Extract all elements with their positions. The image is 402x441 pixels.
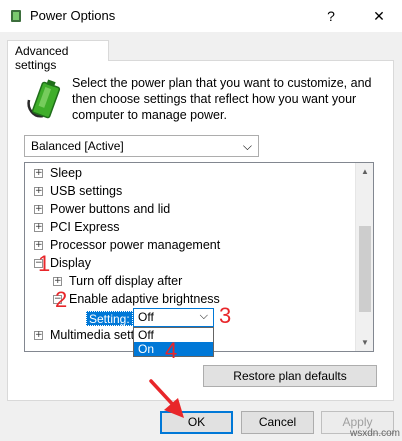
scroll-thumb[interactable]	[359, 226, 371, 312]
power-plan-value: Balanced [Active]	[31, 139, 124, 153]
tree-item-label: USB settings	[50, 184, 123, 198]
expand-icon[interactable]: +	[34, 223, 43, 232]
power-plan-select[interactable]: Balanced [Active] ⌵	[24, 135, 259, 157]
tree-item-label: Processor power management	[50, 238, 221, 252]
expand-icon[interactable]: +	[34, 331, 43, 340]
tab-advanced-settings[interactable]: Advanced settings	[7, 40, 109, 72]
chevron-down-icon: ⌵	[242, 139, 252, 153]
expand-icon[interactable]: +	[34, 187, 43, 196]
close-button[interactable]: ✕	[356, 0, 402, 32]
power-options-icon	[11, 10, 21, 22]
expand-icon[interactable]: +	[34, 241, 43, 250]
step-marker-2: 2	[55, 287, 68, 312]
cancel-button[interactable]: Cancel	[241, 411, 314, 434]
restore-defaults-button[interactable]: Restore plan defaults	[203, 365, 377, 387]
tree-item-label: Power buttons and lid	[50, 202, 171, 216]
expand-icon[interactable]: +	[53, 277, 62, 286]
window-title: Power Options	[30, 8, 116, 23]
setting-select[interactable]: Off ⌵	[133, 308, 214, 327]
plan-description: Select the power plan that you want to c…	[72, 76, 372, 122]
step-marker-1: 1	[38, 251, 51, 276]
step-marker-4: 4	[165, 338, 178, 363]
setting-select-value: Off	[138, 310, 154, 324]
tree-item-label: Display	[50, 256, 91, 270]
setting-label: Setting:	[86, 311, 133, 326]
tree-item-label: Enable adaptive brightness	[69, 292, 220, 306]
battery-icon	[27, 79, 61, 119]
watermark: wsxdn.com	[350, 428, 401, 439]
tree-item-label: Turn off display after	[69, 274, 183, 288]
tree-item-label: PCI Express	[50, 220, 120, 234]
tree-scrollbar[interactable]: ▲ ▼	[355, 163, 373, 351]
scroll-up-icon[interactable]: ▲	[356, 163, 374, 180]
arrow-annotation-icon	[149, 379, 184, 418]
chevron-down-icon: ⌵	[199, 310, 208, 322]
expand-icon[interactable]: +	[34, 169, 43, 178]
scroll-down-icon[interactable]: ▼	[356, 334, 374, 351]
step-marker-3: 3	[219, 303, 232, 328]
help-button[interactable]: ?	[308, 0, 354, 32]
expand-icon[interactable]: +	[34, 205, 43, 214]
tree-item-label: Multimedia setti	[50, 328, 137, 342]
tree-item-label: Sleep	[50, 166, 82, 180]
